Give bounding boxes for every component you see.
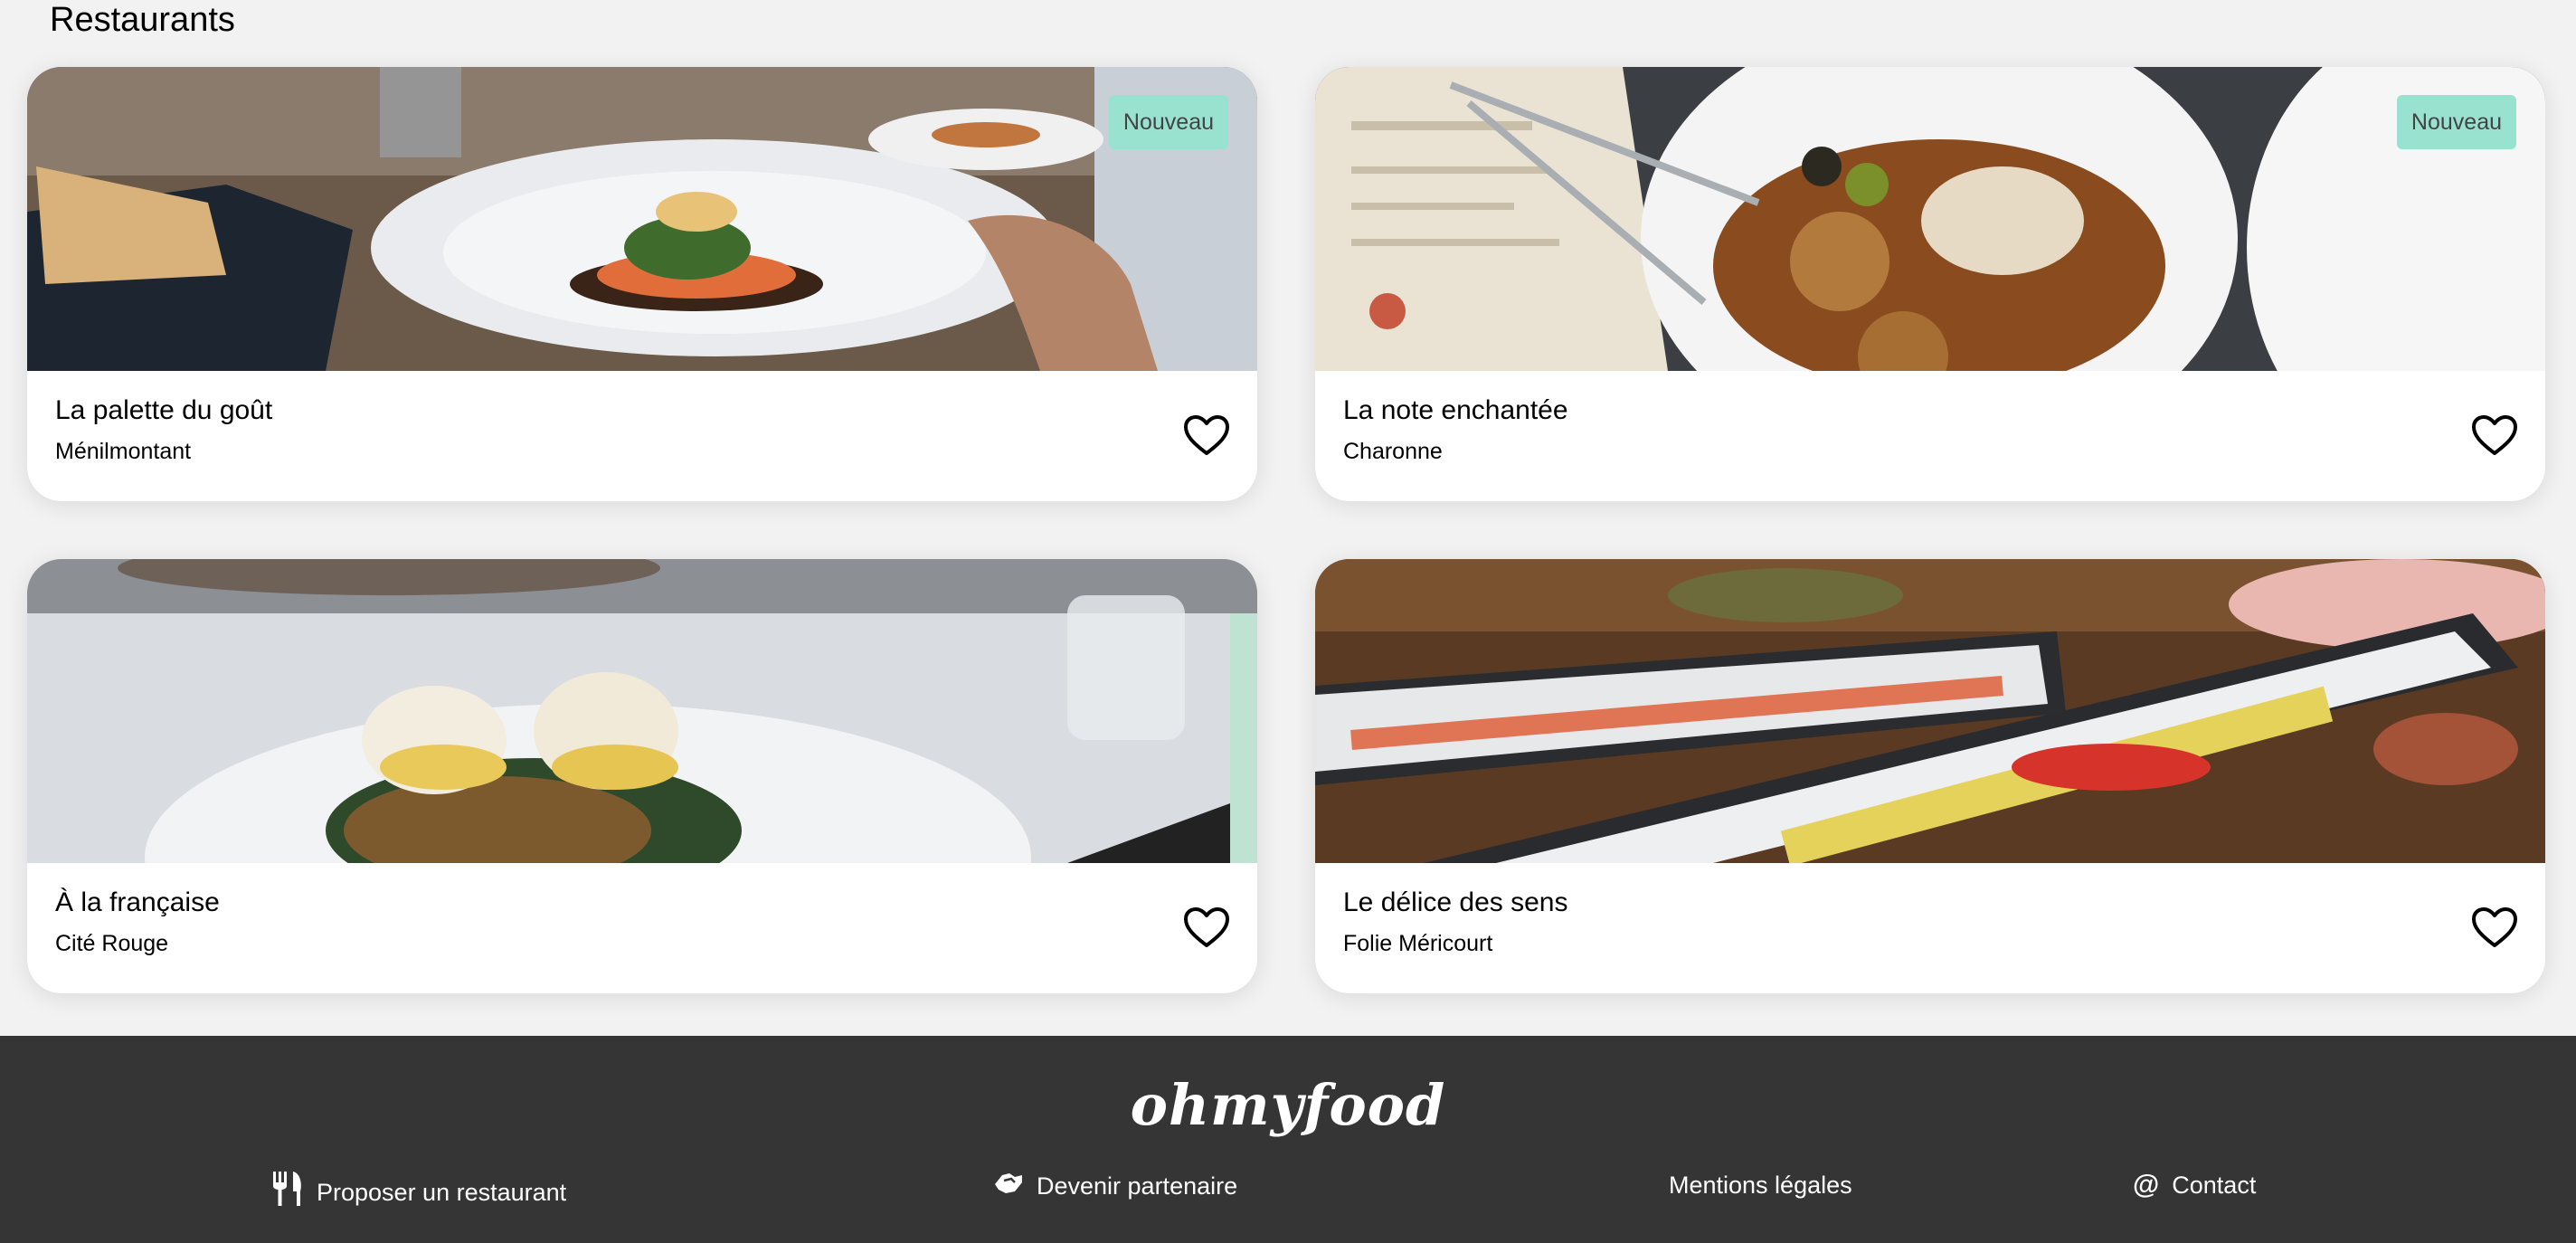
ohmyfood-logo[interactable]: ohmyfood — [0, 1074, 2576, 1137]
heart-outline-icon[interactable] — [1183, 906, 1230, 948]
heart-outline-icon[interactable] — [2471, 906, 2518, 948]
restaurant-card[interactable]: Le délice des sens Folie Méricourt — [1315, 559, 2545, 993]
at-icon: @ — [2133, 1170, 2160, 1200]
become-partner-link[interactable]: Devenir partenaire — [993, 1170, 1237, 1202]
restaurant-photo — [1315, 559, 2545, 863]
restaurant-photo — [27, 67, 1257, 371]
footer-link-label: Proposer un restaurant — [317, 1179, 567, 1206]
restaurant-area: Cité Rouge — [55, 931, 169, 956]
contact-link[interactable]: @ Contact — [2133, 1170, 2256, 1200]
restaurant-card[interactable]: Nouveau La note enchantée Charonne — [1315, 67, 2545, 501]
heart-outline-icon[interactable] — [1183, 414, 1230, 456]
footer-link-label: Contact — [2172, 1172, 2257, 1199]
footer-link-label: Mentions légales — [1669, 1172, 1852, 1199]
heart-outline-icon[interactable] — [2471, 414, 2518, 456]
restaurant-name[interactable]: À la française — [55, 885, 220, 921]
handshake-icon — [993, 1170, 1024, 1202]
restaurant-area: Charonne — [1343, 439, 1443, 464]
footer: ohmyfood Proposer un restaurant Devenir … — [0, 1036, 2576, 1243]
restaurant-area: Folie Méricourt — [1343, 931, 1493, 956]
restaurant-photo — [27, 559, 1257, 863]
restaurant-card[interactable]: Nouveau La palette du goût Ménilmontant — [27, 67, 1257, 501]
restaurant-area: Ménilmontant — [55, 439, 192, 464]
propose-restaurant-link[interactable]: Proposer un restaurant — [271, 1170, 566, 1215]
legal-notice-link[interactable]: Mentions légales — [1669, 1170, 1852, 1200]
utensils-icon — [271, 1170, 304, 1215]
restaurant-name[interactable]: Le délice des sens — [1343, 885, 1568, 921]
restaurant-card[interactable]: À la française Cité Rouge — [27, 559, 1257, 993]
restaurant-photo — [1315, 67, 2545, 371]
footer-link-label: Devenir partenaire — [1037, 1172, 1238, 1200]
new-badge: Nouveau — [1108, 95, 1228, 149]
restaurant-name[interactable]: La palette du goût — [55, 393, 272, 429]
section-title: Restaurants — [50, 1, 235, 39]
restaurant-name[interactable]: La note enchantée — [1343, 393, 1568, 429]
new-badge: Nouveau — [2396, 95, 2516, 149]
